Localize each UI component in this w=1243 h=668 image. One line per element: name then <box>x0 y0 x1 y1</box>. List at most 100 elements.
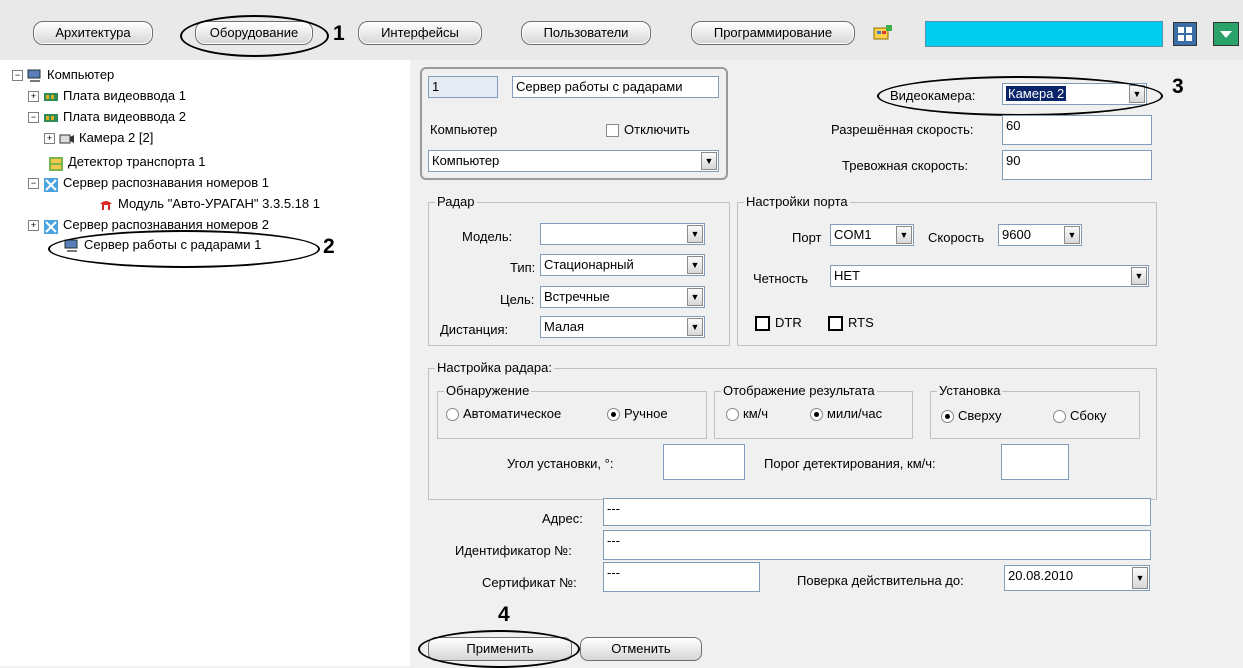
side-label: Сбоку <box>1070 408 1107 423</box>
object-name-field[interactable]: Сервер работы с радарами <box>512 76 719 98</box>
module-icon <box>98 198 114 212</box>
computer-select-value: Компьютер <box>432 153 500 168</box>
tree-node-computer[interactable]: − Компьютер <box>12 66 114 84</box>
display-title: Отображение результата <box>721 383 877 398</box>
dtr-checkbox-box[interactable] <box>755 316 770 332</box>
chevron-down-icon[interactable]: ▼ <box>687 256 703 274</box>
angle-label: Угол установки, °: <box>507 456 614 471</box>
tree-node-camera-2[interactable]: + Камера 2 [2] <box>44 129 153 147</box>
video-board-icon <box>43 90 59 104</box>
kmh-radio[interactable]: км/ч <box>726 406 768 422</box>
disable-checkbox-box[interactable] <box>606 124 619 138</box>
tree-label-video-board-1: Плата видеоввода 1 <box>63 88 187 103</box>
model-select[interactable]: ▼ <box>540 223 705 245</box>
manual-radio-circle[interactable] <box>607 408 620 422</box>
address-field[interactable]: --- <box>603 498 1151 526</box>
mph-radio[interactable]: мили/час <box>810 406 882 422</box>
auto-radio-circle[interactable] <box>446 408 459 422</box>
tab-architecture[interactable]: Архитектура <box>33 21 153 45</box>
tree-label-video-board-2: Плата видеоввода 2 <box>63 109 187 124</box>
chevron-down-icon[interactable]: ▼ <box>701 152 717 170</box>
expand-icon[interactable]: + <box>28 91 39 103</box>
valid-until-value: 20.08.2010 <box>1008 568 1074 583</box>
kmh-radio-circle[interactable] <box>726 408 739 422</box>
chevron-down-icon[interactable]: ▼ <box>896 226 912 244</box>
chevron-down-icon[interactable]: ▼ <box>1132 567 1148 589</box>
detection-title: Обнаружение <box>444 383 532 398</box>
annotation-number-2: 2 <box>323 235 335 258</box>
annotation-ellipse-1 <box>180 15 329 57</box>
recognition-server-icon <box>43 219 59 234</box>
auto-radio[interactable]: Автоматическое <box>446 406 561 422</box>
top-label: Сверху <box>958 408 1002 423</box>
parity-select-value: НЕТ <box>834 268 860 283</box>
parity-select[interactable]: НЕТ ▼ <box>830 265 1149 287</box>
top-radio-circle[interactable] <box>941 410 954 424</box>
target-select[interactable]: Встречные ▼ <box>540 286 705 308</box>
collapse-icon[interactable]: − <box>28 178 39 190</box>
side-radio[interactable]: Сбоку <box>1053 408 1107 424</box>
threshold-label: Порог детектирования, км/ч: <box>764 456 936 471</box>
alarm-speed-label: Тревожная скорость: <box>842 158 969 173</box>
tab-users[interactable]: Пользователи <box>521 21 651 45</box>
port-select[interactable]: COM1 ▼ <box>830 224 914 246</box>
tree-label-lpr-server-1: Сервер распознавания номеров 1 <box>63 175 270 190</box>
distance-label: Дистанция: <box>440 322 509 337</box>
cancel-button[interactable]: Отменить <box>580 637 702 661</box>
tree-node-traffic-detector[interactable]: Детектор транспорта 1 <box>48 153 206 171</box>
tree-label-computer: Компьютер <box>47 67 115 82</box>
object-tree: − Компьютер + Плата видеоввода 1 − Плата ви… <box>0 60 411 666</box>
collapse-icon[interactable]: − <box>28 112 39 124</box>
ident-field[interactable]: --- <box>603 530 1151 560</box>
object-id-field[interactable]: 1 <box>428 76 498 98</box>
baud-select[interactable]: 9600 ▼ <box>998 224 1082 246</box>
tab-programming[interactable]: Программирование <box>691 21 855 45</box>
alarm-speed-field[interactable]: 90 <box>1002 150 1152 180</box>
side-radio-circle[interactable] <box>1053 410 1066 424</box>
chevron-down-icon[interactable]: ▼ <box>687 318 703 336</box>
tree-label-traffic-detector: Детектор транспорта 1 <box>68 154 206 169</box>
rts-checkbox[interactable]: RTS <box>828 315 874 332</box>
type-select[interactable]: Стационарный ▼ <box>540 254 705 276</box>
tree-node-video-board-2[interactable]: − Плата видеоввода 2 <box>28 108 186 126</box>
tree-node-auto-uragan-module[interactable]: Модуль "Авто-УРАГАН" 3.3.5.18 1 <box>98 195 320 213</box>
top-radio[interactable]: Сверху <box>941 408 1002 424</box>
mph-radio-circle[interactable] <box>810 408 823 422</box>
tab-interfaces[interactable]: Интерфейсы <box>358 21 482 45</box>
address-label: Адрес: <box>542 511 583 526</box>
chevron-down-icon[interactable]: ▼ <box>1064 226 1080 244</box>
collapse-icon[interactable]: − <box>12 70 23 82</box>
expand-icon[interactable]: + <box>28 220 39 232</box>
tree-node-lpr-server-1[interactable]: − Сервер распознавания номеров 1 <box>28 174 269 192</box>
expand-icon[interactable]: + <box>44 133 55 145</box>
chevron-down-icon[interactable]: ▼ <box>687 288 703 306</box>
type-label: Тип: <box>510 260 536 275</box>
annotation-ellipse-2 <box>48 230 320 268</box>
disable-checkbox[interactable]: Отключить <box>606 122 690 138</box>
baud-label: Скорость <box>928 230 985 245</box>
manual-radio[interactable]: Ручное <box>607 406 668 422</box>
rts-label: RTS <box>848 315 874 330</box>
allowed-speed-field[interactable]: 60 <box>1002 115 1152 145</box>
dtr-checkbox[interactable]: DTR <box>755 315 802 332</box>
baud-select-value: 9600 <box>1002 227 1031 242</box>
chevron-down-icon[interactable]: ▼ <box>1131 267 1147 285</box>
valid-until-label: Поверка действительна до: <box>797 573 964 588</box>
search-input[interactable] <box>925 21 1163 47</box>
computer-select[interactable]: Компьютер ▼ <box>428 150 719 172</box>
angle-field[interactable] <box>663 444 745 480</box>
parity-label: Четность <box>753 271 809 286</box>
manual-label: Ручное <box>624 406 668 421</box>
dropdown-arrow-icon[interactable] <box>1213 22 1239 46</box>
distance-select[interactable]: Малая ▼ <box>540 316 705 338</box>
rts-checkbox-box[interactable] <box>828 316 843 332</box>
chevron-down-icon[interactable]: ▼ <box>687 225 703 243</box>
valid-until-select[interactable]: 20.08.2010 ▼ <box>1004 565 1150 591</box>
tree-node-video-board-1[interactable]: + Плата видеоввода 1 <box>28 87 186 105</box>
palette-icon[interactable] <box>872 24 894 42</box>
video-board-icon <box>43 111 59 125</box>
cert-field[interactable]: --- <box>603 562 760 592</box>
layout-grid-icon[interactable] <box>1173 22 1197 46</box>
computer-icon <box>27 69 43 83</box>
threshold-field[interactable] <box>1001 444 1069 480</box>
